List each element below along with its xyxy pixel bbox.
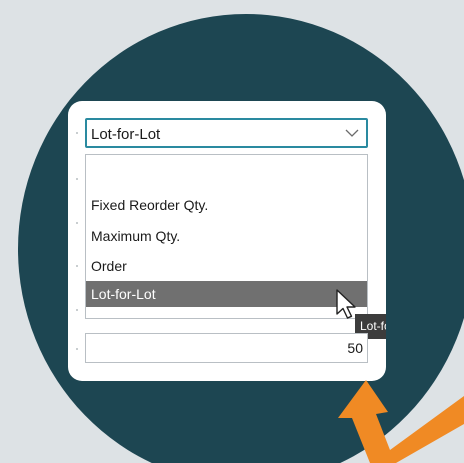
quantity-input[interactable]: 50 (85, 333, 368, 363)
option-order[interactable]: Order (86, 253, 367, 279)
option-maximum-qty[interactable]: Maximum Qty. (86, 223, 367, 249)
row-marker-dot (76, 265, 78, 267)
row-marker-dot (76, 309, 78, 311)
screenshot-stage: Lot-for-Lot Fixed Reorder Qty. Maximum Q… (0, 0, 464, 463)
row-marker-dot (76, 222, 78, 224)
dropdown-selected-value: Lot-for-Lot (91, 126, 161, 143)
option-lot-for-lot[interactable]: Lot-for-Lot (86, 281, 367, 307)
reordering-policy-dropdown[interactable]: Lot-for-Lot (85, 118, 368, 148)
pointer-arrow-icon (338, 380, 464, 463)
field-row-markers (76, 101, 82, 381)
row-marker-dot (76, 132, 78, 134)
option-fixed-reorder-qty[interactable]: Fixed Reorder Qty. (86, 192, 367, 218)
quantity-value: 50 (347, 340, 363, 356)
zoomed-form-card: Lot-for-Lot Fixed Reorder Qty. Maximum Q… (68, 101, 386, 381)
row-marker-dot (76, 178, 78, 180)
chevron-down-icon[interactable] (345, 127, 359, 139)
option-blank[interactable] (86, 155, 367, 181)
row-marker-dot (76, 348, 78, 350)
dropdown-options-list: Fixed Reorder Qty. Maximum Qty. Order Lo… (85, 154, 368, 319)
